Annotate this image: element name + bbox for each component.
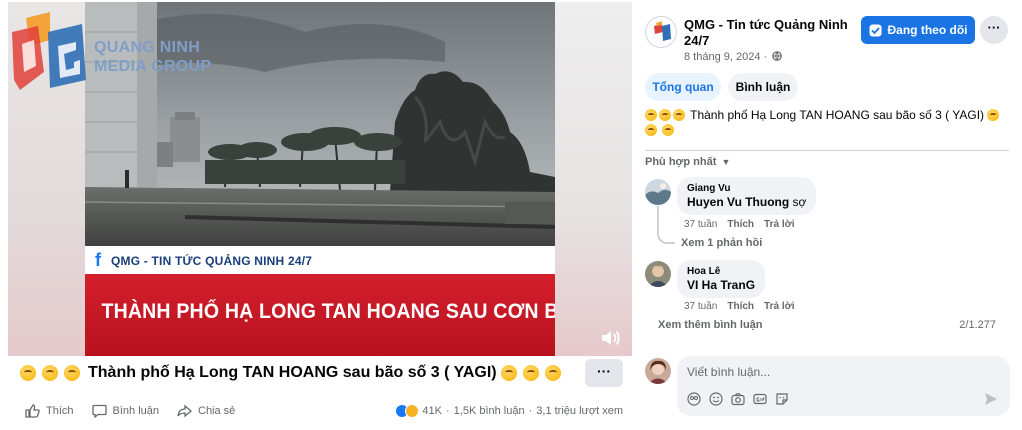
tab-comments[interactable]: Bình luận xyxy=(728,73,798,101)
comment-like-button[interactable]: Thích xyxy=(727,301,754,312)
share-label: Chia sẻ xyxy=(198,405,236,417)
avatar-photo xyxy=(645,261,671,287)
comment-input-tools xyxy=(687,392,797,406)
stats-separator: · xyxy=(528,405,533,417)
facebook-icon: f xyxy=(95,250,101,270)
gif-icon[interactable] xyxy=(753,392,767,406)
comment-meta: 37 tuần Thích Trả lời xyxy=(684,301,805,312)
page-name[interactable]: QMG - Tin tức Quảng Ninh 24/7 xyxy=(684,17,854,49)
comment-reply-button[interactable]: Trả lời xyxy=(764,219,794,230)
comment-count[interactable]: 1,5K bình luận xyxy=(454,405,525,417)
avatar-sticker-icon[interactable] xyxy=(687,392,701,406)
comment-reply-button[interactable]: Trả lời xyxy=(764,301,794,312)
caret-down-icon: ▼ xyxy=(721,157,731,167)
reaction-count[interactable]: 41K xyxy=(422,405,442,417)
comment-label: Bình luận xyxy=(112,405,159,417)
post-description: Thành phố Hạ Long TAN HOANG sau bão số 3… xyxy=(645,108,1009,138)
comment-input-placeholder: Viết bình luận... xyxy=(687,365,771,379)
comment-counter: 2/1.277 xyxy=(959,319,996,331)
post-caption-text: Thành phố Hạ Long TAN HOANG sau bão số 3… xyxy=(88,364,497,381)
comment-mention[interactable]: Huyen Vu Thuong xyxy=(687,195,789,209)
see-more-comments-link[interactable]: Xem thêm bình luận xyxy=(658,319,763,331)
avatar-photo xyxy=(645,358,671,384)
post-caption: Thành phố Hạ Long TAN HOANG sau bão số 3… xyxy=(20,364,567,382)
comment-text: VI Ha TranG xyxy=(687,278,755,293)
like-button[interactable]: Thích xyxy=(25,404,74,418)
pleading-face-emoji-icon xyxy=(645,124,657,136)
pleading-face-emoji-icon xyxy=(20,365,36,381)
panel-more-options-button[interactable]: ··· xyxy=(980,16,1008,44)
following-button[interactable]: Đang theo dõi xyxy=(861,16,975,44)
comment-age[interactable]: 37 tuần xyxy=(684,219,717,230)
sticker-icon[interactable] xyxy=(775,392,789,406)
send-icon[interactable] xyxy=(984,392,998,406)
comment-text: Huyen Vu Thuong sợ xyxy=(687,195,806,210)
comment-age[interactable]: 37 tuần xyxy=(684,301,717,312)
page-avatar[interactable] xyxy=(645,16,677,48)
video-banner-headline: THÀNH PHỐ HẠ LONG TAN HOANG SAU CƠN BÃO … xyxy=(85,274,555,356)
comment-button[interactable]: Bình luận xyxy=(91,404,159,418)
post-action-bar: Thích Bình luận Chia sẻ xyxy=(25,404,253,418)
pleading-face-emoji-icon xyxy=(673,109,685,121)
volume-icon[interactable] xyxy=(600,328,622,348)
pleading-face-emoji-icon xyxy=(500,365,517,381)
comment-bubble: Giang Vu Huyen Vu Thuong sợ xyxy=(677,177,817,215)
facebook-video-viewer: f QMG - TIN TỨC QUẢNG NINH 24/7 THÀNH PH… xyxy=(0,0,1022,430)
sad-reaction-icon[interactable] xyxy=(405,404,420,418)
view-count: 3,1 triệu lượt xem xyxy=(536,405,623,417)
comment-meta: 37 tuần Thích Trả lời xyxy=(684,219,805,230)
share-button[interactable]: Chia sẻ xyxy=(177,404,235,418)
pleading-face-emoji-icon xyxy=(64,365,80,381)
camera-icon[interactable] xyxy=(731,392,745,406)
emoji-icon[interactable] xyxy=(709,392,723,406)
commenter-avatar[interactable] xyxy=(645,261,671,287)
qmg-logo-icon xyxy=(654,21,671,41)
pleading-face-emoji-icon xyxy=(42,365,58,381)
like-label: Thích xyxy=(46,405,74,417)
pleading-face-emoji-icon xyxy=(645,109,657,121)
following-label: Đang theo dõi xyxy=(887,23,968,37)
comment-sort-label: Phù hợp nhất xyxy=(645,156,717,168)
globe-icon xyxy=(772,51,783,61)
commenter-avatar[interactable] xyxy=(645,179,671,205)
post-date[interactable]: 8 tháng 9, 2024 · xyxy=(684,51,783,63)
video-banner-headline-text: THÀNH PHỐ HẠ LONG TAN HOANG SAU CƠN BÃO … xyxy=(101,300,555,323)
share-arrow-icon xyxy=(177,404,192,418)
comment-input[interactable]: Viết bình luận... xyxy=(677,356,1010,416)
pleading-face-emoji-icon xyxy=(544,365,561,381)
comment-mention[interactable]: VI Ha TranG xyxy=(687,278,755,292)
comment-author[interactable]: Hoa Lê xyxy=(687,265,755,278)
tab-overview[interactable]: Tổng quan xyxy=(645,73,721,101)
comment-bubble-icon xyxy=(91,404,107,418)
logo-line-1: QUANG NINH xyxy=(94,39,201,56)
pleading-face-emoji-icon xyxy=(662,124,675,136)
reply-thread-line xyxy=(657,206,675,244)
comment-author[interactable]: Giang Vu xyxy=(687,182,806,195)
post-more-options-button[interactable]: ··· xyxy=(585,359,623,387)
post-stats: 41K · 1,5K bình luận · 3,1 triệu lượt xe… xyxy=(395,404,623,418)
logo-line-2: MEDIA GROUP xyxy=(94,58,212,75)
pleading-face-emoji-icon xyxy=(522,365,539,381)
check-square-icon xyxy=(869,24,881,36)
avatar-photo xyxy=(645,179,671,205)
view-replies-link[interactable]: Xem 1 phản hồi xyxy=(681,237,762,249)
post-detail-panel: QMG - Tin tức Quảng Ninh 24/7 8 tháng 9,… xyxy=(632,0,1022,430)
comment-body: sợ xyxy=(789,195,807,209)
pleading-face-emoji-icon xyxy=(987,109,1000,121)
quang-ninh-media-group-logo xyxy=(12,12,86,90)
comment-sort-dropdown[interactable]: Phù hợp nhất ▼ xyxy=(645,156,730,168)
comment-bubble: Hoa Lê VI Ha TranG xyxy=(677,260,766,298)
divider xyxy=(645,150,1009,151)
stats-separator: · xyxy=(445,405,450,417)
post-description-text: Thành phố Hạ Long TAN HOANG sau bão số 3… xyxy=(690,108,985,122)
logo-wordmark: QUANG NINH MEDIA GROUP xyxy=(94,38,211,76)
current-user-avatar[interactable] xyxy=(645,358,671,384)
pleading-face-emoji-icon xyxy=(659,109,671,121)
post-date-text: 8 tháng 9, 2024 · xyxy=(684,51,768,63)
video-blur-right xyxy=(554,2,632,356)
comment-like-button[interactable]: Thích xyxy=(727,219,754,230)
video-banner-channel: f QMG - TIN TỨC QUẢNG NINH 24/7 xyxy=(85,246,555,274)
thumbs-up-icon xyxy=(25,404,40,418)
video-banner-channel-text: QMG - TIN TỨC QUẢNG NINH 24/7 xyxy=(111,254,313,268)
